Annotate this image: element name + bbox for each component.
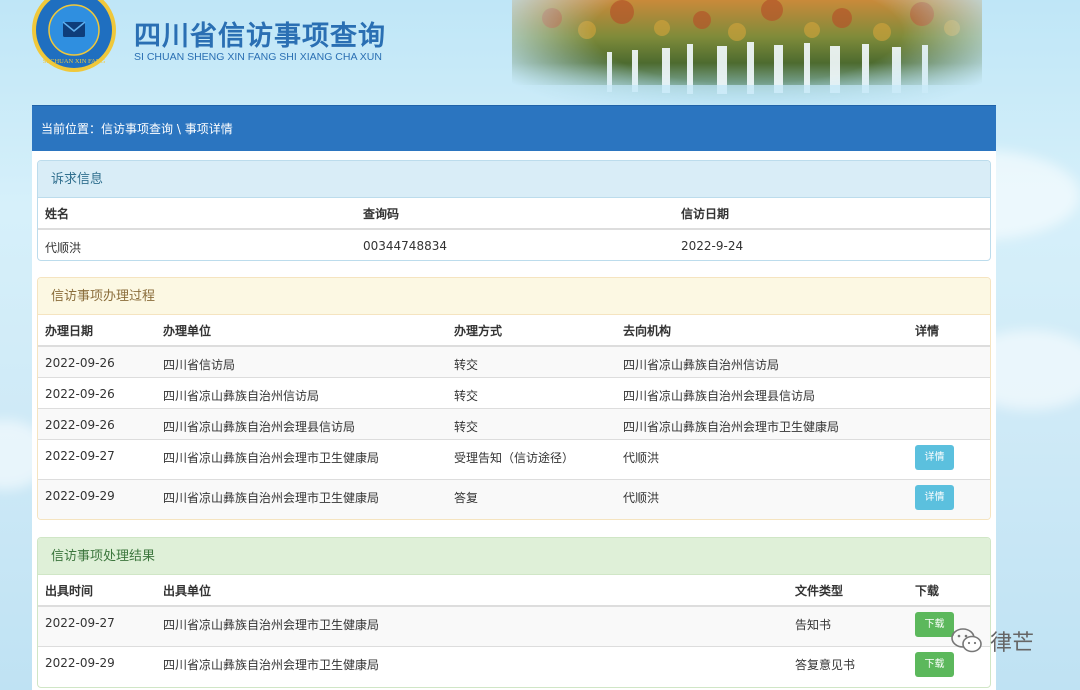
process-method: 转交 bbox=[447, 345, 616, 377]
column-header: 查询码 bbox=[356, 198, 674, 230]
column-header: 出具时间 bbox=[38, 575, 156, 607]
site-header: SI CHUAN XIN FANG 四川省信访事项查询 SI CHUAN SHE… bbox=[0, 0, 1080, 105]
process-date: 2022-09-29 bbox=[38, 478, 156, 519]
process-unit: 四川省凉山彝族自治州信访局 bbox=[156, 376, 447, 408]
process-table: 办理日期 办理单位 办理方式 去向机构 详情 2022-09-26 四川省信访局… bbox=[38, 315, 990, 519]
wechat-icon bbox=[951, 628, 982, 653]
result-time: 2022-09-27 bbox=[38, 605, 156, 646]
process-destination: 代顺洪 bbox=[616, 438, 908, 479]
table-row: 2022-09-29 四川省凉山彝族自治州会理市卫生健康局 答复 代顺洪 详情 bbox=[38, 478, 990, 519]
breadcrumb: 当前位置：信访事项查询 \ 事项详情 bbox=[32, 105, 996, 151]
process-unit: 四川省凉山彝族自治州会理县信访局 bbox=[156, 407, 447, 439]
process-panel: 信访事项办理过程 办理日期 办理单位 办理方式 去向机构 详情 2022-09-… bbox=[37, 277, 991, 520]
column-header: 出具单位 bbox=[156, 575, 788, 607]
process-detail-cell bbox=[908, 376, 990, 408]
table-row: 2022-09-29 四川省凉山彝族自治州会理市卫生健康局 答复意见书 下载 bbox=[38, 645, 990, 686]
site-subtitle: SI CHUAN SHENG XIN FANG SHI XIANG CHA XU… bbox=[134, 51, 382, 63]
breadcrumb-label: 当前位置： bbox=[41, 122, 102, 136]
process-destination: 四川省凉山彝族自治州信访局 bbox=[616, 345, 908, 377]
petitioner-name: 代顺洪 bbox=[38, 228, 356, 260]
column-header: 办理日期 bbox=[38, 315, 156, 347]
watermark-text: 律芒 bbox=[990, 631, 1035, 656]
site-title: 四川省信访事项查询 bbox=[134, 21, 386, 52]
watermark: 律芒 bbox=[950, 625, 1034, 657]
table-row: 2022-09-26 四川省信访局 转交 四川省凉山彝族自治州信访局 bbox=[38, 345, 990, 377]
table-row: 2022-09-27 四川省凉山彝族自治州会理市卫生健康局 告知书 下载 bbox=[38, 605, 990, 646]
process-unit: 四川省凉山彝族自治州会理市卫生健康局 bbox=[156, 478, 447, 519]
process-unit: 四川省凉山彝族自治州会理市卫生健康局 bbox=[156, 438, 447, 479]
process-method: 转交 bbox=[447, 376, 616, 408]
result-file-type: 答复意见书 bbox=[788, 645, 908, 686]
download-button[interactable]: 下载 bbox=[915, 651, 954, 677]
result-unit: 四川省凉山彝族自治州会理市卫生健康局 bbox=[156, 605, 788, 646]
table-row: 2022-09-26 四川省凉山彝族自治州信访局 转交 四川省凉山彝族自治州会理… bbox=[38, 376, 990, 408]
process-heading: 信访事项办理过程 bbox=[38, 278, 990, 315]
column-header: 文件类型 bbox=[788, 575, 908, 607]
process-destination: 四川省凉山彝族自治州会理县信访局 bbox=[616, 376, 908, 408]
column-header: 办理方式 bbox=[447, 315, 616, 347]
detail-button[interactable]: 详情 bbox=[915, 444, 954, 470]
result-time: 2022-09-29 bbox=[38, 645, 156, 686]
process-detail-cell: 详情 bbox=[908, 438, 990, 479]
process-detail-cell bbox=[908, 345, 990, 377]
logo-text: SI CHUAN XIN FANG bbox=[43, 58, 106, 65]
query-code: 00344748834 bbox=[356, 228, 674, 260]
main-container: 当前位置：信访事项查询 \ 事项详情 诉求信息 姓名 查询码 信访日期 代顺洪 … bbox=[32, 105, 996, 690]
process-method: 受理告知（信访途径） bbox=[447, 438, 616, 479]
process-date: 2022-09-27 bbox=[38, 438, 156, 479]
process-method: 答复 bbox=[447, 478, 616, 519]
table-row: 代顺洪 00344748834 2022-9-24 bbox=[38, 228, 990, 260]
process-date: 2022-09-26 bbox=[38, 376, 156, 408]
waterfall-banner-image bbox=[512, 0, 982, 105]
column-header: 信访日期 bbox=[674, 198, 990, 230]
table-row: 2022-09-26 四川省凉山彝族自治州会理县信访局 转交 四川省凉山彝族自治… bbox=[38, 407, 990, 439]
process-detail-cell: 详情 bbox=[908, 478, 990, 519]
column-header: 下载 bbox=[908, 575, 990, 607]
process-unit: 四川省信访局 bbox=[156, 345, 447, 377]
process-destination: 四川省凉山彝族自治州会理市卫生健康局 bbox=[616, 407, 908, 439]
petition-info-panel: 诉求信息 姓名 查询码 信访日期 代顺洪 00344748834 2022-9-… bbox=[37, 160, 991, 261]
result-file-type: 告知书 bbox=[788, 605, 908, 646]
petition-date: 2022-9-24 bbox=[674, 228, 990, 260]
table-row: 2022-09-27 四川省凉山彝族自治州会理市卫生健康局 受理告知（信访途径）… bbox=[38, 438, 990, 479]
column-header: 去向机构 bbox=[616, 315, 908, 347]
process-date: 2022-09-26 bbox=[38, 407, 156, 439]
petition-info-table: 姓名 查询码 信访日期 代顺洪 00344748834 2022-9-24 bbox=[38, 198, 990, 260]
result-heading: 信访事项处理结果 bbox=[38, 538, 990, 575]
column-header: 详情 bbox=[908, 315, 990, 347]
result-table: 出具时间 出具单位 文件类型 下载 2022-09-27 四川省凉山彝族自治州会… bbox=[38, 575, 990, 686]
result-panel: 信访事项处理结果 出具时间 出具单位 文件类型 下载 2022-09-27 四川… bbox=[37, 537, 991, 688]
site-logo: SI CHUAN XIN FANG bbox=[32, 0, 116, 72]
process-destination: 代顺洪 bbox=[616, 478, 908, 519]
process-detail-cell bbox=[908, 407, 990, 439]
result-unit: 四川省凉山彝族自治州会理市卫生健康局 bbox=[156, 645, 788, 686]
process-date: 2022-09-26 bbox=[38, 345, 156, 377]
process-method: 转交 bbox=[447, 407, 616, 439]
column-header: 姓名 bbox=[38, 198, 356, 230]
detail-button[interactable]: 详情 bbox=[915, 484, 954, 510]
download-button[interactable]: 下载 bbox=[915, 612, 954, 637]
column-header: 办理单位 bbox=[156, 315, 447, 347]
breadcrumb-path[interactable]: 信访事项查询 \ 事项详情 bbox=[101, 122, 233, 136]
petition-info-heading: 诉求信息 bbox=[38, 161, 990, 198]
